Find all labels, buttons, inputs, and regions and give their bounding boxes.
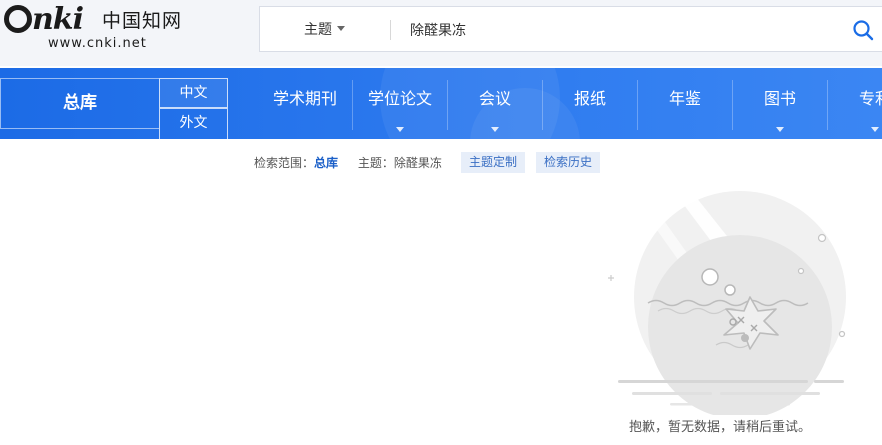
nav-dissertations[interactable]: 学位论文 <box>355 80 445 132</box>
nav-books[interactable]: 图书 <box>735 80 825 132</box>
topic-customize-button[interactable]: 主题定制 <box>461 152 526 173</box>
nav-item-label: 学术期刊 <box>272 89 337 108</box>
starfish-in-bowl-illustration <box>608 187 846 419</box>
search-range-key: 检索范围： <box>254 156 315 170</box>
nav-patents[interactable]: 专利 <box>830 80 882 132</box>
logo-url: www.cnki.net <box>48 36 147 51</box>
empty-state-illustration <box>600 185 860 419</box>
nav-item-label: 年鉴 <box>668 89 701 108</box>
search-box: 主题 <box>259 6 882 52</box>
nav-item-label: 会议 <box>478 89 511 108</box>
search-button[interactable] <box>852 19 874 41</box>
database-nav: 总库 中文 外文 学术期刊 学位论文 会议 报纸 年鉴 图书 专利 <box>0 68 882 139</box>
nav-separator <box>732 80 733 130</box>
nav-item-label: 学位论文 <box>367 89 432 108</box>
search-input[interactable] <box>410 19 830 41</box>
search-divider <box>390 20 391 40</box>
chevron-down-icon <box>871 127 879 132</box>
search-range-value: 总库 <box>314 156 339 170</box>
search-scope-dropdown[interactable]: 主题 <box>304 20 345 40</box>
chevron-down-icon <box>776 127 784 132</box>
nav-separator <box>542 80 543 130</box>
logo-chinese: 中国知网 <box>102 10 183 32</box>
lang-foreign-tab[interactable]: 外文 <box>159 108 228 139</box>
nav-all-databases[interactable]: 总库 <box>0 78 159 129</box>
empty-state-message: 抱歉，暂无数据，请稍后重试。 <box>629 420 812 435</box>
caret-down-icon <box>337 26 345 31</box>
search-topic-value: 除醛果冻 <box>393 156 442 170</box>
nav-item-label: 报纸 <box>573 89 606 108</box>
nav-item-label: 专利 <box>858 89 882 108</box>
logo-c-mark <box>4 5 32 33</box>
search-summary: 检索范围：总库 主题：除醛果冻 <box>254 152 442 174</box>
search-scope-label: 主题 <box>304 22 332 38</box>
logo-brand: nki <box>32 2 84 37</box>
nav-separator <box>827 80 828 130</box>
chevron-down-icon <box>396 127 404 132</box>
search-topic-key: 主题： <box>357 156 394 170</box>
nav-yearbooks[interactable]: 年鉴 <box>640 80 730 128</box>
nav-separator <box>352 80 353 130</box>
nav-separator <box>447 80 448 130</box>
search-history-button[interactable]: 检索历史 <box>536 152 601 173</box>
nav-newspapers[interactable]: 报纸 <box>545 80 635 128</box>
header: nki 中国知网 www.cnki.net 主题 <box>0 0 882 66</box>
nav-item-label: 图书 <box>763 89 796 108</box>
nav-journals[interactable]: 学术期刊 <box>260 80 350 128</box>
chevron-down-icon <box>491 127 499 132</box>
cnki-logo[interactable]: nki 中国知网 www.cnki.net <box>4 3 184 59</box>
nav-separator <box>637 80 638 130</box>
search-icon <box>853 20 874 41</box>
lang-chinese-tab[interactable]: 中文 <box>159 78 228 108</box>
nav-conferences[interactable]: 会议 <box>450 80 540 132</box>
